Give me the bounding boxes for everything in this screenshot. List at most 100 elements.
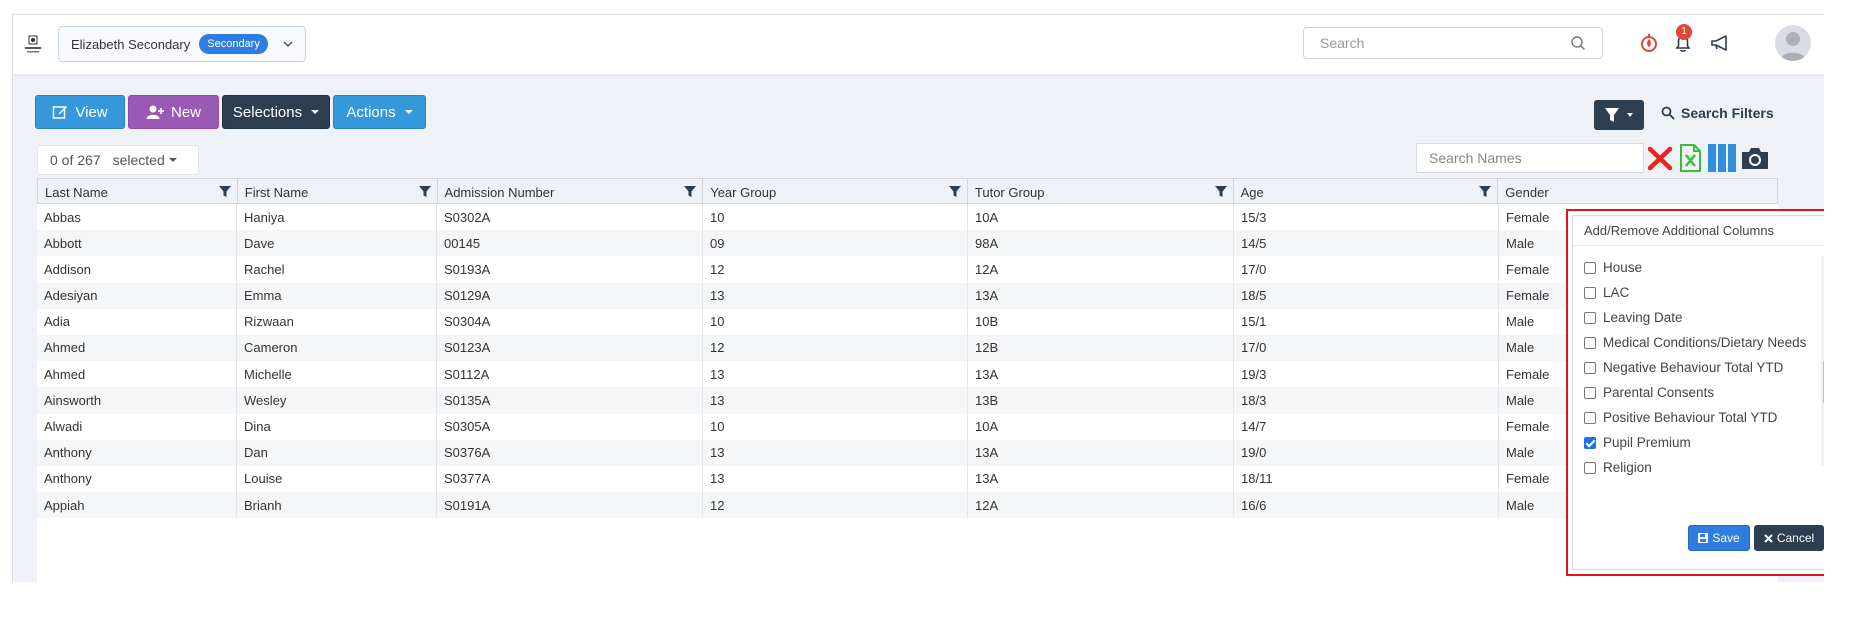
- clear-close-icon[interactable]: [1645, 143, 1675, 173]
- col-header-gender[interactable]: Gender: [1498, 179, 1777, 205]
- col-header-tutor-group[interactable]: Tutor Group: [968, 179, 1234, 205]
- columns-panel-title: Add/Remove Additional Columns: [1573, 216, 1824, 246]
- close-icon: [1764, 533, 1773, 543]
- save-columns-button[interactable]: Save: [1688, 525, 1750, 551]
- save-button-label: Save: [1712, 531, 1740, 545]
- scrollbar-thumb[interactable]: [1823, 361, 1824, 403]
- table-cell: S0302A: [437, 204, 703, 230]
- column-option-checkbox[interactable]: [1584, 362, 1596, 374]
- column-option[interactable]: Pupil Premium: [1584, 433, 1809, 452]
- caret-down-icon: [311, 110, 320, 114]
- column-option-checkbox[interactable]: [1584, 462, 1596, 474]
- selected-count-dropdown[interactable]: 0 of 267 selected: [37, 145, 199, 175]
- filter-dropdown-button[interactable]: [1594, 100, 1644, 130]
- column-option-label: Parental Consents: [1603, 385, 1715, 400]
- col-header-last-name[interactable]: Last Name: [38, 179, 238, 205]
- columns-icon[interactable]: [1707, 143, 1737, 173]
- search-filters-label: Search Filters: [1681, 105, 1774, 121]
- new-button[interactable]: New: [128, 95, 219, 129]
- column-option[interactable]: Positive Behaviour Total YTD: [1584, 408, 1809, 427]
- table-cell: S0191A: [437, 492, 703, 519]
- table-row[interactable]: Anthony Dan S0376A 13 13A 19/0 Male: [37, 439, 1778, 466]
- actions-button-label: Actions: [346, 103, 396, 121]
- table-cell: 12A: [968, 256, 1234, 283]
- column-option-checkbox[interactable]: [1584, 437, 1596, 449]
- school-selector[interactable]: Elizabeth Secondary Secondary: [58, 26, 306, 62]
- cancel-columns-button[interactable]: Cancel: [1754, 525, 1824, 551]
- table-cell: 10A: [968, 204, 1234, 230]
- columns-list-scrollbar[interactable]: [1821, 256, 1824, 466]
- column-filter-icon[interactable]: [684, 186, 697, 198]
- table-row[interactable]: Adesiyan Emma S0129A 13 13A 18/5 Female: [37, 282, 1778, 309]
- view-button-label: View: [75, 103, 108, 121]
- global-search-input[interactable]: Search: [1303, 27, 1603, 59]
- actions-dropdown-button[interactable]: Actions: [333, 95, 426, 129]
- column-option-checkbox[interactable]: [1584, 412, 1596, 424]
- table-row[interactable]: Abbott Dave 00145 09 98A 14/5 Male: [37, 230, 1778, 257]
- megaphone-icon[interactable]: [1709, 31, 1733, 55]
- column-filter-icon[interactable]: [218, 186, 231, 198]
- column-option[interactable]: Religion: [1584, 458, 1809, 477]
- table-cell: Abbott: [37, 230, 237, 257]
- table-row[interactable]: Ainsworth Wesley S0135A 13 13B 18/3 Male: [37, 387, 1778, 414]
- table-cell: 13: [703, 439, 968, 466]
- view-button[interactable]: View: [35, 95, 125, 129]
- table-row[interactable]: Adia Rizwaan S0304A 10 10B 15/1 Male: [37, 308, 1778, 335]
- col-header-label: Gender: [1505, 184, 1549, 200]
- column-option-label: Negative Behaviour Total YTD: [1603, 360, 1784, 375]
- table-cell: Dave: [237, 230, 437, 257]
- column-filter-icon[interactable]: [1214, 186, 1227, 198]
- table-cell: 17/0: [1234, 334, 1499, 361]
- column-option-checkbox[interactable]: [1584, 312, 1596, 324]
- column-filter-icon[interactable]: [948, 186, 961, 198]
- column-option-checkbox[interactable]: [1584, 387, 1596, 399]
- column-option[interactable]: Parental Consents: [1584, 383, 1809, 402]
- col-header-label: Last Name: [45, 184, 108, 200]
- user-avatar[interactable]: [1775, 25, 1811, 61]
- col-header-label: Age: [1240, 184, 1264, 200]
- table-cell: Addison: [37, 256, 237, 283]
- table-body: Abbas Haniya S0302A 10 10A 15/3 Female Abbott Da…: [37, 204, 1778, 519]
- table-cell: 10: [703, 413, 968, 440]
- table-row[interactable]: Ahmed Michelle S0112A 13 13A 19/3 Female: [37, 361, 1778, 388]
- table-cell: Abbas: [37, 204, 237, 230]
- column-filter-icon[interactable]: [1479, 186, 1492, 198]
- floppy-disk-icon: [1698, 533, 1709, 543]
- column-option[interactable]: House: [1584, 258, 1809, 277]
- notification-count-badge: 1: [1676, 24, 1692, 40]
- table-cell: Anthony: [37, 439, 237, 466]
- column-filter-icon[interactable]: [418, 186, 431, 198]
- table-row[interactable]: Appiah Brianh S0191A 12 12A 16/6 Male: [37, 492, 1778, 519]
- column-option[interactable]: Medical Conditions/Dietary Needs: [1584, 333, 1809, 352]
- excel-export-icon[interactable]: [1675, 143, 1705, 173]
- table-row[interactable]: Anthony Louise S0377A 13 13A 18/11 Female: [37, 465, 1778, 492]
- col-header-first-name[interactable]: First Name: [238, 179, 438, 205]
- table-cell: Adesiyan: [37, 282, 237, 309]
- user-silhouette-icon: [1780, 32, 1806, 61]
- col-header-admission-number[interactable]: Admission Number: [438, 179, 704, 205]
- table-row[interactable]: Addison Rachel S0193A 12 12A 17/0 Female: [37, 256, 1778, 283]
- table-row[interactable]: Abbas Haniya S0302A 10 10A 15/3 Female: [37, 204, 1778, 230]
- column-option-checkbox[interactable]: [1584, 262, 1596, 274]
- table-cell: Ahmed: [37, 334, 237, 361]
- table-cell: 13: [703, 361, 968, 388]
- col-header-year-group[interactable]: Year Group: [703, 179, 968, 205]
- table-row[interactable]: Ahmed Cameron S0123A 12 12B 17/0 Male: [37, 334, 1778, 362]
- alert-icon[interactable]: [1637, 31, 1661, 55]
- search-filters-link[interactable]: Search Filters: [1661, 105, 1774, 121]
- column-option-checkbox[interactable]: [1584, 337, 1596, 349]
- table-cell: 14/7: [1234, 413, 1499, 440]
- column-option[interactable]: Negative Behaviour Total YTD: [1584, 358, 1809, 377]
- column-option-checkbox[interactable]: [1584, 287, 1596, 299]
- table-cell: 14/5: [1234, 230, 1499, 257]
- column-option[interactable]: LAC: [1584, 283, 1809, 302]
- search-names-input[interactable]: Search Names: [1416, 143, 1644, 173]
- col-header-age[interactable]: Age: [1234, 179, 1499, 205]
- table-cell: Haniya: [237, 204, 437, 230]
- column-option-label: House: [1603, 260, 1643, 275]
- selections-dropdown-button[interactable]: Selections: [222, 95, 330, 129]
- app-window: Elizabeth Secondary Secondary Search 1 V…: [12, 14, 1824, 582]
- column-option[interactable]: Leaving Date: [1584, 308, 1809, 327]
- table-row[interactable]: Alwadi Dina S0305A 10 10A 14/7 Female: [37, 413, 1778, 440]
- camera-icon[interactable]: [1740, 143, 1770, 173]
